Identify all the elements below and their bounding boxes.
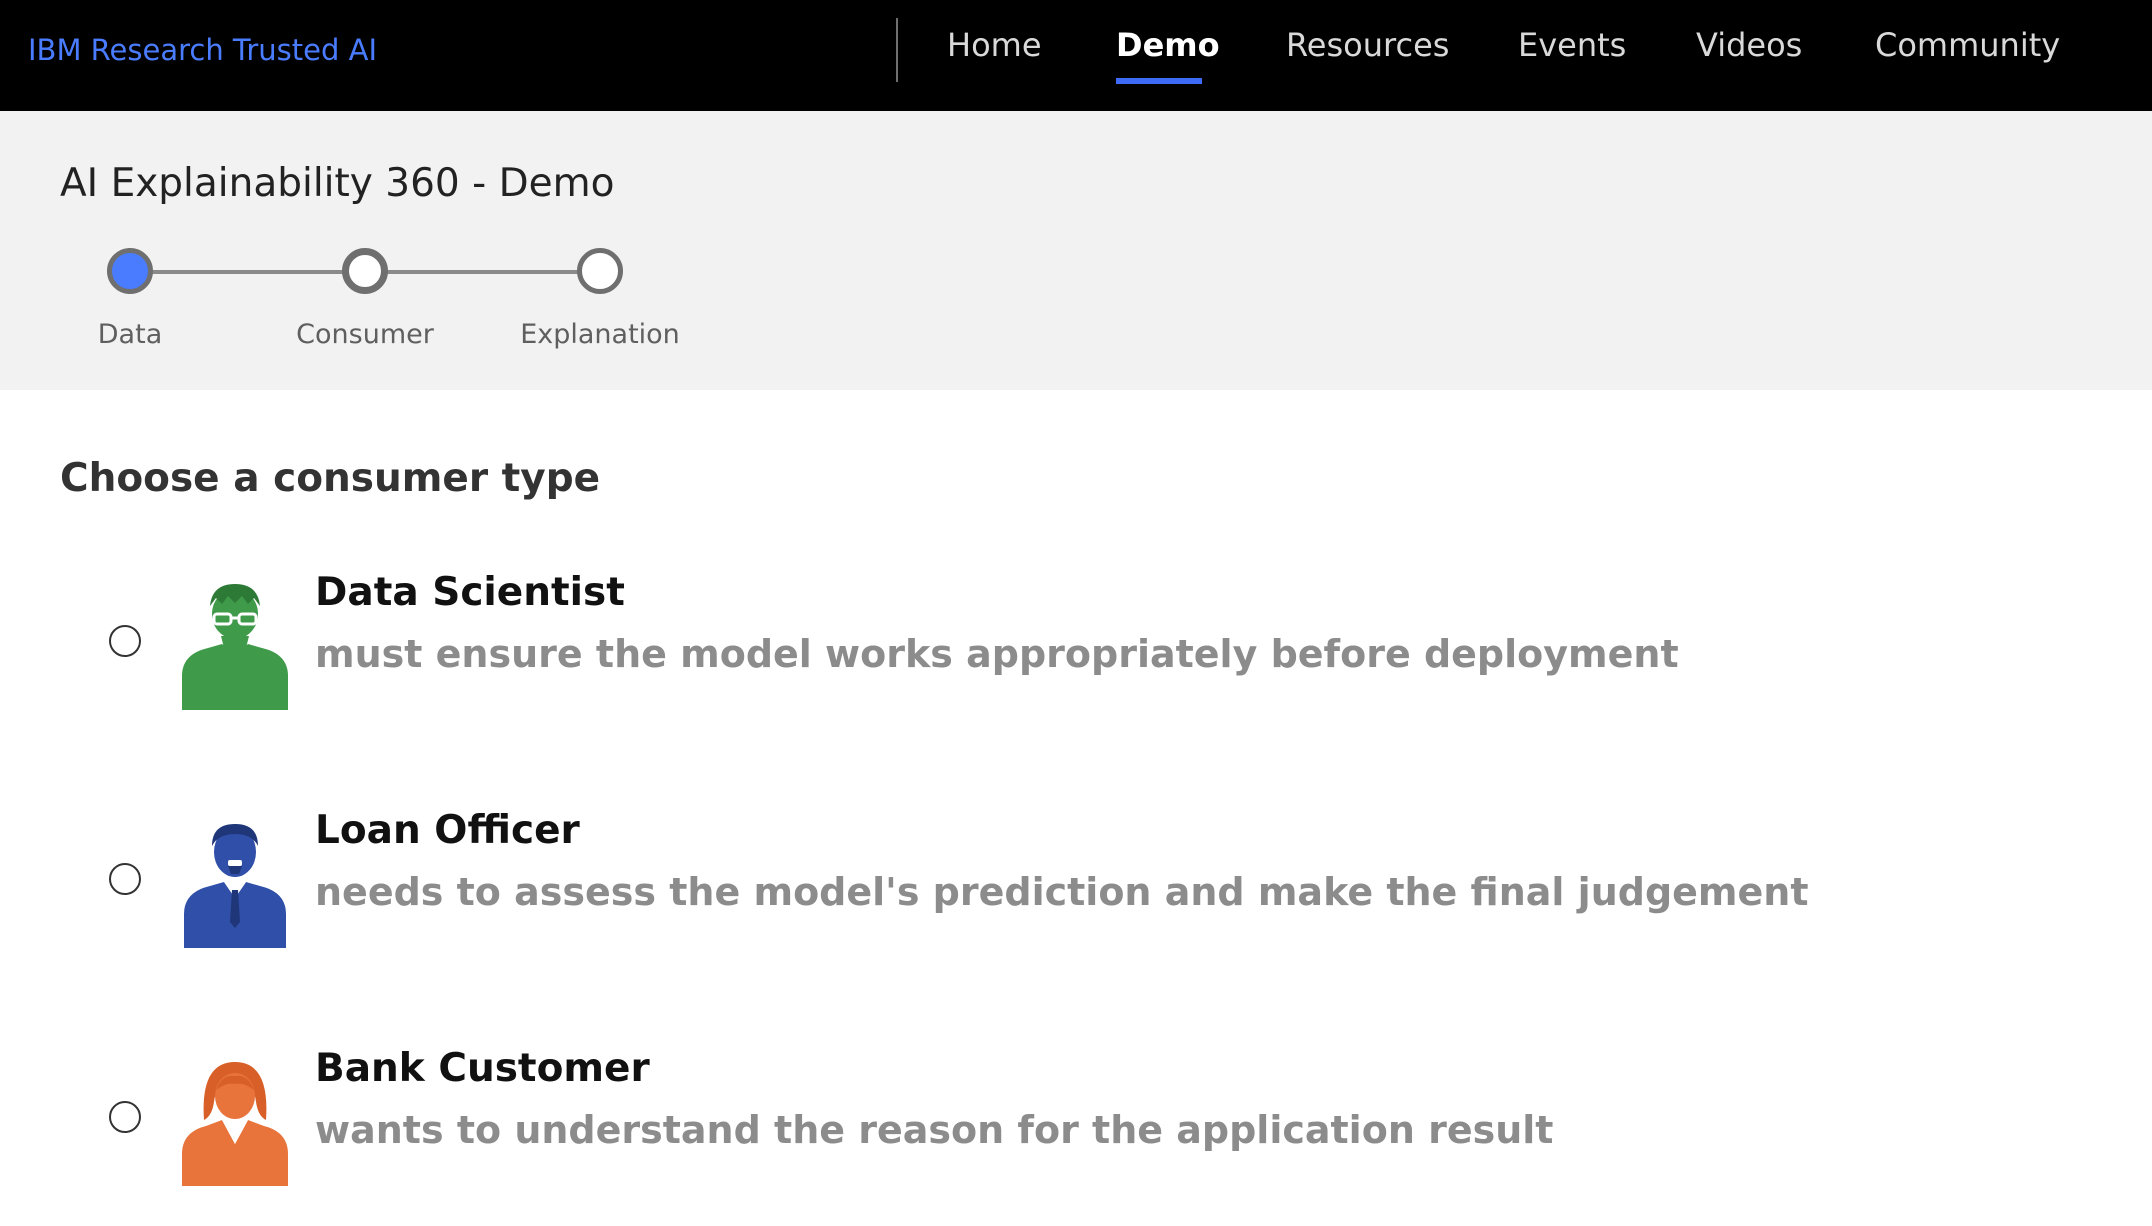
nav-item-community[interactable]: Community: [1875, 26, 2060, 64]
nav-item-videos[interactable]: Videos: [1696, 26, 1802, 64]
step-consumer-indicator[interactable]: [342, 248, 388, 294]
consumer-option-loan-officer[interactable]: Loan Officer needs to assess the model's…: [0, 808, 2152, 978]
data-scientist-avatar-icon: [182, 584, 288, 710]
option-title: Bank Customer: [315, 1046, 650, 1091]
option-description: wants to understand the reason for the a…: [315, 1108, 1554, 1152]
top-nav-bar: IBM Research Trusted AI Home Demo Resour…: [0, 0, 2152, 111]
radio-bank-customer[interactable]: [109, 1101, 141, 1133]
step-data-indicator[interactable]: [107, 248, 153, 294]
option-description: needs to assess the model's prediction a…: [315, 870, 1809, 914]
step-data-label: Data: [97, 319, 163, 350]
option-description: must ensure the model works appropriatel…: [315, 632, 1679, 676]
nav-item-resources[interactable]: Resources: [1286, 26, 1449, 64]
consumer-option-data-scientist[interactable]: Data Scientist must ensure the model wor…: [0, 570, 2152, 740]
nav-divider: [896, 18, 898, 82]
section-heading: Choose a consumer type: [60, 456, 601, 501]
nav-item-demo[interactable]: Demo: [1116, 26, 1220, 64]
page-title: AI Explainability 360 - Demo: [60, 161, 615, 206]
nav-item-home[interactable]: Home: [947, 26, 1042, 64]
page-header: AI Explainability 360 - Demo Data Consum…: [0, 111, 2152, 390]
consumer-option-bank-customer[interactable]: Bank Customer wants to understand the re…: [0, 1046, 2152, 1216]
stepper-connector: [152, 270, 344, 274]
option-title: Data Scientist: [315, 570, 625, 615]
option-title: Loan Officer: [315, 808, 580, 853]
radio-data-scientist[interactable]: [109, 625, 141, 657]
step-consumer-label: Consumer: [296, 319, 434, 350]
stepper-connector: [387, 270, 580, 274]
loan-officer-avatar-icon: [184, 824, 286, 948]
brand-link[interactable]: IBM Research Trusted AI: [28, 33, 377, 67]
radio-loan-officer[interactable]: [109, 863, 141, 895]
nav-active-indicator: [1116, 78, 1202, 84]
nav-item-events[interactable]: Events: [1518, 26, 1626, 64]
bank-customer-avatar-icon: [182, 1062, 288, 1186]
step-explanation-indicator[interactable]: [577, 248, 623, 294]
step-explanation-label: Explanation: [520, 319, 680, 350]
